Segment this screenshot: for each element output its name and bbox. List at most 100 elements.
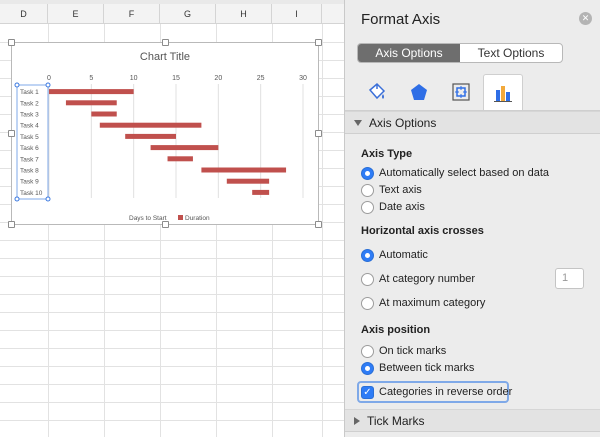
radio-button[interactable] [361,183,374,197]
radio-button[interactable] [361,296,374,310]
axis-options-section-header[interactable]: Axis Options [345,111,600,134]
column-header-f[interactable]: F [104,4,160,24]
radio-button-selected[interactable] [361,166,374,180]
category-label: Task 10 [20,190,43,197]
x-tick-label: 15 [172,75,180,82]
radio-button[interactable] [361,200,374,214]
duration-bar [167,156,193,162]
duration-bar [91,111,117,117]
category-label: Task 9 [20,179,39,186]
category-label: Task 8 [20,168,39,175]
size-properties-tab[interactable] [441,74,481,110]
duration-bar [150,145,219,151]
x-tick-label: 25 [257,75,265,82]
spreadsheet[interactable]: D E F G H I Chart Title 0 5 10 15 20 25 30 Task… [0,0,344,437]
grid-row-line [0,312,344,313]
resize-handle-bottom-right[interactable] [315,221,322,228]
radio-label: Text axis [379,184,422,196]
grid-row-line [0,330,344,331]
resize-handle-top-right[interactable] [315,39,322,46]
options-segmented-control: Axis Options Text Options [357,43,563,63]
size-properties-icon [452,83,470,101]
radio-between-tick-marks[interactable]: Between tick marks [361,360,474,376]
legend-swatch-duration [178,215,183,220]
resize-handle-left[interactable] [8,130,15,137]
radio-at-category-number[interactable]: At category number [361,271,475,287]
radio-label: Date axis [379,201,425,213]
column-header-g[interactable]: G [160,4,216,24]
resize-handle-bottom[interactable] [162,221,169,228]
tab-axis-options[interactable]: Axis Options [358,44,460,62]
chevron-down-icon [354,119,362,126]
axis-selection-handle [14,196,20,202]
x-tick-label: 30 [299,75,307,82]
grid-row-line [0,294,344,295]
axis-selection-handle [45,196,51,202]
radio-button[interactable] [361,344,374,358]
pentagon-icon [411,84,427,100]
radio-auto-select[interactable]: Automatically select based on data [361,165,549,181]
radio-on-tick-marks[interactable]: On tick marks [361,343,446,359]
category-label: Task 3 [20,112,39,119]
radio-label: Automatically select based on data [379,167,549,179]
column-header-d[interactable]: D [0,4,48,24]
format-axis-pane: Format Axis ✕ Axis Options Text Options [344,0,600,437]
x-tick-label: 20 [214,75,222,82]
axis-selection-handle [14,82,20,88]
duration-bar [49,89,134,95]
radio-text-axis[interactable]: Text axis [361,182,422,198]
checkmark-icon[interactable]: ✓ [361,385,374,399]
radio-at-maximum-category[interactable]: At maximum category [361,295,485,311]
checkbox-reverse-order[interactable]: ✓ Categories in reverse order [361,384,512,400]
radio-button[interactable] [361,272,374,286]
tick-marks-section-header[interactable]: Tick Marks [345,409,600,432]
duration-bar [201,167,287,173]
grid-row-line [0,420,344,421]
grid-row-line [0,348,344,349]
category-number-field[interactable]: 1 [555,268,584,289]
chevron-right-icon [354,416,360,425]
x-tick-label: 0 [47,75,51,82]
gantt-chart-plot[interactable]: 0 5 10 15 20 25 30 Task 1 Task 2 Task 3 Task 4 Task… [12,43,320,226]
category-label: Task 6 [20,145,39,152]
tab-text-options[interactable]: Text Options [460,44,562,62]
grid-row-line [0,258,344,259]
axis-position-heading: Axis position [361,324,431,336]
category-label: Task 2 [20,100,39,107]
resize-handle-bottom-left[interactable] [8,221,15,228]
checkbox-label: Categories in reverse order [379,386,513,398]
resize-handle-top[interactable] [162,39,169,46]
bar-chart-icon [494,85,512,102]
column-header-h[interactable]: H [216,4,272,24]
axis-type-heading: Axis Type [361,148,413,160]
pane-title: Format Axis [361,11,441,28]
resize-handle-top-left[interactable] [8,39,15,46]
chart-object[interactable]: Chart Title 0 5 10 15 20 25 30 Task 1 Task 2 Task… [8,39,322,228]
x-tick-label: 10 [130,75,138,82]
radio-date-axis[interactable]: Date axis [361,199,425,215]
radio-button-selected[interactable] [361,361,374,375]
column-header-row: D E F G H I [0,4,344,24]
axis-options-tab[interactable] [483,74,523,110]
x-tick-label: 5 [89,75,93,82]
duration-bar [65,100,117,106]
resize-handle-right[interactable] [315,130,322,137]
legend-entry-duration: Duration [185,215,210,222]
radio-label: At maximum category [379,297,486,309]
effects-tab[interactable] [399,74,439,110]
radio-label: Automatic [379,249,428,261]
fill-line-tab[interactable] [357,74,397,110]
radio-button-selected[interactable] [361,248,374,262]
duration-bar [99,122,202,128]
category-label: Task 1 [20,89,39,96]
duration-bar [125,133,176,139]
close-icon[interactable]: ✕ [579,12,592,25]
section-label: Axis Options [369,115,437,130]
grid-row-line [0,276,344,277]
column-header-e[interactable]: E [48,4,104,24]
column-header-i[interactable]: I [272,4,322,24]
radio-label: Between tick marks [379,362,475,374]
axis-crosses-heading: Horizontal axis crosses [361,225,484,237]
radio-crosses-automatic[interactable]: Automatic [361,247,428,263]
grid-row-line [0,384,344,385]
